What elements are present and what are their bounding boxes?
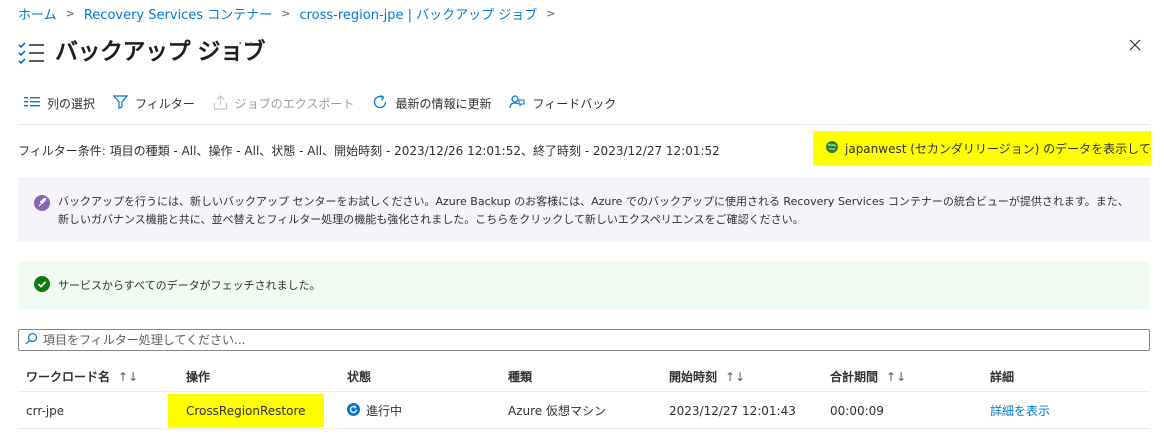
breadcrumb-home[interactable]: ホーム (18, 4, 57, 23)
column-header-duration[interactable]: 合計期間 ↑↓ (830, 362, 906, 391)
sort-icon[interactable]: ↑↓ (118, 370, 138, 384)
columns-icon (24, 96, 47, 111)
cell-status-value: 進行中 (366, 404, 403, 418)
chevron-right-icon: > (281, 7, 291, 20)
globe-icon (825, 140, 845, 157)
export-jobs-button[interactable]: ジョブのエクスポート (213, 94, 355, 113)
cell-type: Azure 仮想マシン (508, 404, 606, 418)
chevron-right-icon: > (65, 7, 75, 20)
search-icon (25, 332, 43, 349)
column-header-details-label: 詳細 (990, 370, 1015, 384)
table-row[interactable]: crr-jpe CrossRegionRestore 進行中 Azure 仮想マ… (18, 393, 1150, 429)
choose-columns-label: 列の選択 (47, 97, 96, 111)
column-header-start-time[interactable]: 開始時刻 ↑↓ (669, 362, 745, 391)
success-check-icon (34, 275, 50, 295)
cell-start-time: 2023/12/27 12:01:43 (669, 403, 796, 418)
refresh-icon (372, 94, 395, 113)
export-jobs-label: ジョブのエクスポート (234, 97, 355, 111)
column-header-type-label: 種類 (508, 370, 533, 384)
new-backup-center-text: バックアップを行うには、新しいバックアップ センターをお試しください。Azure… (58, 195, 1129, 226)
feedback-label: フィードバック (532, 97, 617, 111)
column-header-operation: 操作 (186, 362, 210, 391)
more-options-button[interactable]: ··· (238, 36, 254, 52)
breadcrumb-vault-jobs[interactable]: cross-region-jpe | バックアップ ジョブ (299, 4, 537, 23)
feedback-icon (509, 94, 532, 113)
fetch-success-text: サービスからすべてのデータがフェッチされました。 (58, 279, 321, 292)
chevron-right-icon: > (546, 7, 556, 20)
command-bar: 列の選択 フィルター ジョブのエクスポート 最新の情報に更新 フィードバック (24, 94, 634, 113)
column-header-status: 状態 (347, 362, 371, 391)
filter-items-box (18, 329, 1150, 351)
column-header-workload[interactable]: ワークロード名 ↑↓ (26, 362, 138, 391)
jobs-grid-header: ワークロード名 ↑↓ 操作 状態 種類 開始時刻 ↑↓ 合計期間 ↑↓ 詳細 (18, 362, 1150, 392)
column-header-type: 種類 (508, 362, 532, 391)
page-title: バックアップ ジョブ (55, 39, 266, 65)
fetch-success-banner: サービスからすべてのデータがフェッチされました。 (18, 261, 1150, 309)
cell-operation: CrossRegionRestore (168, 393, 324, 428)
cell-operation-value: CrossRegionRestore (168, 394, 324, 427)
cell-duration: 00:00:09 (830, 403, 884, 418)
rocket-icon (34, 195, 50, 241)
cell-details: 詳細を表示 (990, 393, 1050, 428)
cell-status: 進行中 (347, 393, 402, 428)
sort-icon[interactable]: ↑↓ (725, 370, 745, 384)
refresh-label: 最新の情報に更新 (395, 97, 492, 111)
region-notice-text: japanwest (セカンダリリージョン) のデータを表示しています (845, 141, 1151, 156)
in-progress-icon (347, 402, 360, 419)
feedback-button[interactable]: フィードバック (509, 94, 616, 113)
title-jobs-icon (18, 40, 46, 68)
filter-summary: フィルター条件: 項目の種類 - All、操作 - All、状態 - All、開… (18, 144, 720, 158)
column-header-details: 詳細 (990, 362, 1014, 391)
toolbar-divider (18, 124, 1150, 125)
filter-label: フィルター (135, 97, 195, 111)
export-icon (213, 94, 235, 113)
view-details-link[interactable]: 詳細を表示 (990, 402, 1050, 419)
sort-icon[interactable]: ↑↓ (886, 370, 906, 384)
filter-button[interactable]: フィルター (112, 95, 195, 112)
column-header-status-label: 状態 (347, 370, 372, 384)
region-notice: japanwest (セカンダリリージョン) のデータを表示しています (813, 131, 1151, 165)
column-header-operation-label: 操作 (186, 370, 211, 384)
column-header-duration-label: 合計期間 (830, 370, 879, 384)
breadcrumb: ホーム > Recovery Services コンテナー > cross-re… (18, 4, 565, 23)
filter-icon (112, 95, 135, 112)
new-backup-center-banner[interactable]: バックアップを行うには、新しいバックアップ センターをお試しください。Azure… (18, 177, 1150, 241)
cell-workload: crr-jpe (26, 403, 65, 418)
column-header-workload-label: ワークロード名 (26, 370, 111, 384)
close-icon[interactable] (1126, 36, 1144, 54)
column-header-start-time-label: 開始時刻 (669, 370, 718, 384)
filter-items-input[interactable] (43, 333, 1133, 347)
choose-columns-button[interactable]: 列の選択 (24, 95, 95, 112)
breadcrumb-vaults[interactable]: Recovery Services コンテナー (84, 4, 272, 23)
refresh-button[interactable]: 最新の情報に更新 (372, 94, 491, 113)
